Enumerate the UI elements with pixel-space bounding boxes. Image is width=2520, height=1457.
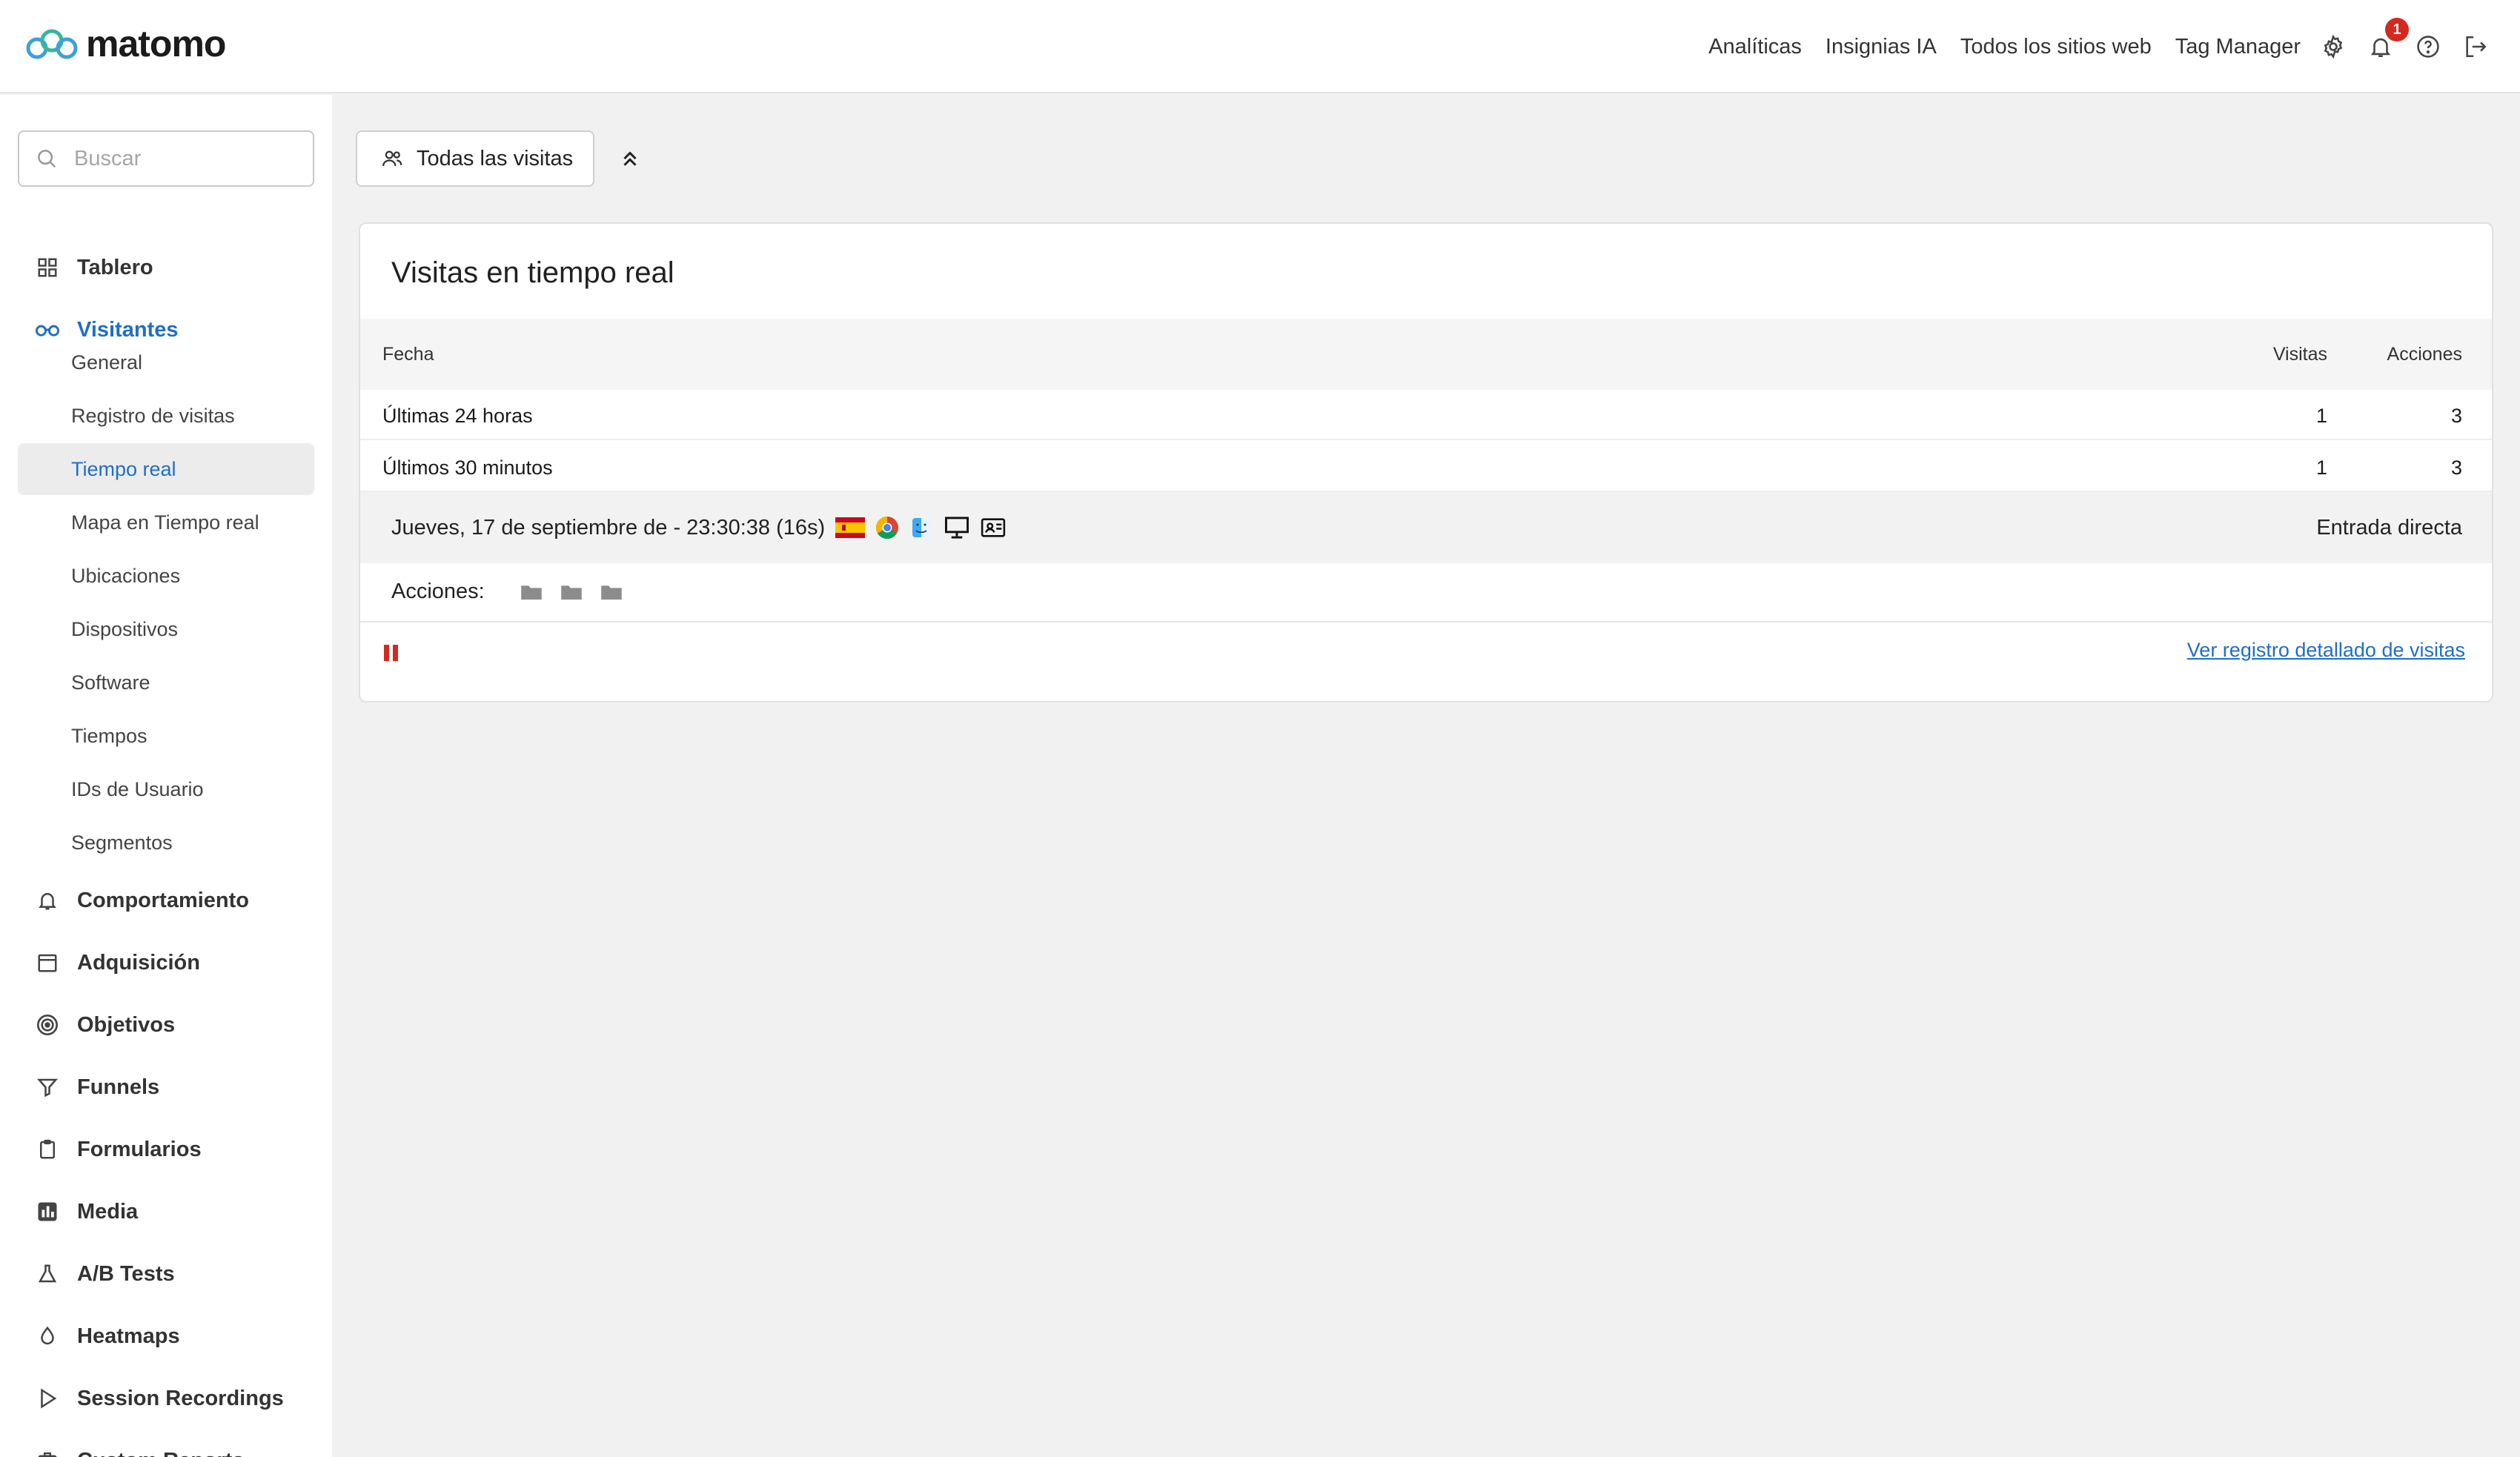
sidebar-section-label: Tablero	[77, 255, 153, 279]
chrome-icon	[875, 516, 899, 540]
sidebar-item-ubicaciones[interactable]: Ubicaciones	[18, 550, 314, 602]
help-button[interactable]	[2404, 0, 2452, 93]
target-icon	[33, 1010, 62, 1040]
sidebar-section-session-recordings[interactable]: Session Recordings	[18, 1373, 284, 1424]
table-header: Fecha Visitas Acciones	[360, 319, 2492, 390]
logo-text: matomo	[86, 23, 226, 64]
play-icon	[33, 1384, 62, 1413]
logout-button[interactable]	[2452, 0, 2499, 93]
realtime-widget: Visitas en tiempo real Fecha Visitas Acc…	[359, 222, 2493, 703]
gear-icon	[2324, 34, 2343, 59]
row-visits: 1	[2315, 457, 2327, 479]
filter-icon	[33, 1072, 62, 1102]
visits-log-link[interactable]: Ver registro detallado de visitas	[2187, 639, 2465, 662]
nav-link-analiticas[interactable]: Analíticas	[1708, 35, 1802, 59]
sidebar-section-custom-reports[interactable]: Custom Reports	[18, 1435, 245, 1457]
widget-title: Visitas en tiempo real	[391, 256, 674, 289]
sidebar-item-tiempos[interactable]: Tiempos	[18, 710, 314, 762]
pause-icon[interactable]	[382, 643, 400, 663]
clipboard-icon	[33, 1135, 62, 1164]
sidebar-section-comportamiento[interactable]: Comportamiento	[18, 874, 249, 926]
calendar-icon	[33, 948, 62, 978]
folder-icon[interactable]	[600, 583, 623, 602]
sidebar: Tablero Visitantes General Registro de v…	[0, 95, 332, 1457]
widget-footer: Ver registro detallado de visitas	[360, 624, 2492, 701]
sidebar-section-label: Heatmaps	[77, 1324, 180, 1348]
top-nav: Analíticas Insignias IA Todos los sitios…	[1708, 0, 2499, 93]
logout-icon	[2466, 36, 2487, 58]
sidebar-section-label: Custom Reports	[77, 1449, 245, 1457]
bell-icon	[33, 886, 62, 915]
sidebar-section-adquisicion[interactable]: Adquisición	[18, 937, 200, 989]
search-input[interactable]	[74, 146, 296, 171]
sidebar-section-label: Session Recordings	[77, 1386, 284, 1410]
sidebar-section-label: A/B Tests	[77, 1261, 175, 1286]
grid-icon	[33, 253, 62, 282]
sidebar-item-mapa-tiempo-real[interactable]: Mapa en Tiempo real	[18, 497, 314, 548]
sidebar-section-label: Formularios	[77, 1137, 202, 1161]
sidebar-item-tiempo-real[interactable]: Tiempo real	[18, 443, 314, 495]
media-chart-icon	[33, 1197, 62, 1227]
sidebar-section-label: Objetivos	[77, 1012, 176, 1037]
sidebar-section-objetivos[interactable]: Objetivos	[18, 999, 175, 1051]
search-box[interactable]	[18, 130, 314, 187]
nav-link-insignias-ia[interactable]: Insignias IA	[1826, 35, 1937, 59]
flask-icon	[33, 1259, 62, 1289]
sidebar-item-ids-usuario[interactable]: IDs de Usuario	[18, 763, 314, 815]
visitor-profile-icon[interactable]	[981, 517, 1006, 539]
sidebar-section-label: Comportamiento	[77, 888, 249, 912]
collapse-button[interactable]	[615, 144, 645, 173]
row-visits: 1	[2315, 405, 2327, 427]
column-header-acciones: Acciones	[2387, 344, 2462, 365]
flag-spain-icon	[835, 517, 866, 538]
row-period: Últimas 24 horas	[382, 405, 533, 427]
column-header-fecha: Fecha	[382, 344, 434, 365]
visit-datetime: Jueves, 17 de septiembre de - 23:30:38 (…	[391, 515, 826, 540]
nav-link-tag-manager[interactable]: Tag Manager	[2175, 35, 2301, 59]
matomo-logo[interactable]: matomo	[25, 22, 226, 65]
folder-icon[interactable]	[520, 583, 543, 602]
sidebar-item-dispositivos[interactable]: Dispositivos	[18, 603, 314, 655]
matomo-logo-icon	[26, 29, 78, 59]
sidebar-section-heatmaps[interactable]: Heatmaps	[18, 1310, 180, 1362]
search-icon	[38, 150, 56, 168]
sidebar-item-segmentos[interactable]: Segmentos	[18, 817, 314, 869]
sidebar-section-label: Funnels	[77, 1075, 160, 1099]
nav-link-all-websites[interactable]: Todos los sitios web	[1960, 35, 2152, 59]
sidebar-section-label: Adquisición	[77, 950, 200, 975]
segment-label: Todas las visitas	[417, 146, 574, 170]
folder-icon[interactable]	[560, 583, 583, 602]
row-actions: 3	[2450, 405, 2462, 427]
visit-referrer: Entrada directa	[2316, 516, 2462, 540]
visit-entry[interactable]: Jueves, 17 de septiembre de - 23:30:38 (…	[360, 492, 2492, 563]
sidebar-section-ab-tests[interactable]: A/B Tests	[18, 1248, 175, 1300]
column-header-visitas: Visitas	[2272, 344, 2327, 365]
sidebar-section-label: Media	[77, 1199, 139, 1224]
sidebar-item-general[interactable]: General	[18, 336, 314, 388]
sidebar-section-media[interactable]: Media	[18, 1186, 138, 1238]
notifications-button[interactable]: 1	[2357, 0, 2409, 93]
sidebar-item-registro-visitas[interactable]: Registro de visitas	[18, 390, 314, 442]
finder-icon	[909, 516, 933, 540]
sidebar-section-funnels[interactable]: Funnels	[18, 1061, 159, 1113]
actions-label: Acciones:	[391, 580, 485, 603]
drop-icon	[33, 1321, 62, 1351]
help-icon	[2417, 36, 2439, 58]
table-row: Últimas 24 horas 1 3	[360, 390, 2492, 440]
sidebar-section-formularios[interactable]: Formularios	[18, 1124, 202, 1175]
table-row: Últimos 30 minutos 1 3	[360, 442, 2492, 492]
chevron-double-up-icon	[623, 151, 637, 166]
desktop-icon	[944, 516, 970, 540]
top-header: matomo Analíticas Insignias IA Todos los…	[0, 0, 2520, 93]
row-actions: 3	[2450, 457, 2462, 479]
settings-button[interactable]	[2310, 0, 2357, 93]
row-period: Últimos 30 minutos	[382, 457, 553, 479]
users-icon	[381, 147, 403, 170]
visit-actions: Acciones:	[360, 563, 2492, 623]
briefcase-icon	[33, 1446, 62, 1457]
sidebar-item-software[interactable]: Software	[18, 657, 314, 708]
segment-selector-button[interactable]: Todas las visitas	[356, 130, 594, 187]
sidebar-section-tablero[interactable]: Tablero	[18, 242, 153, 293]
